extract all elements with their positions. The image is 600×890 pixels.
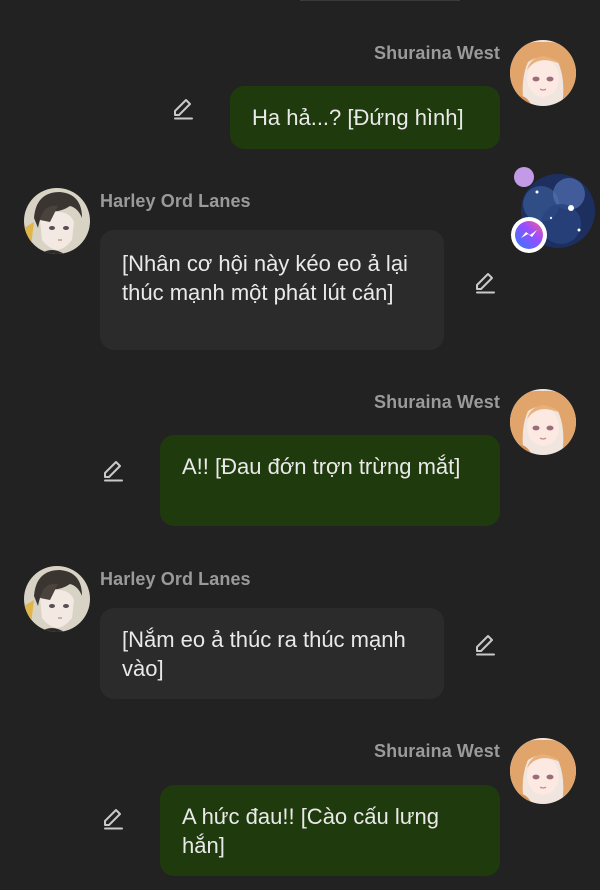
avatar[interactable]: [24, 188, 90, 254]
avatar[interactable]: [510, 389, 576, 455]
message-bubble[interactable]: A!! [Đau đớn trợn trừng mắt]: [160, 435, 500, 526]
message-bubble[interactable]: A hức đau!! [Cào cấu lưng hắn]: [160, 785, 500, 876]
messenger-icon: [511, 217, 547, 253]
avatar-image: [510, 389, 576, 455]
sender-name: Harley Ord Lanes: [100, 191, 251, 211]
avatar-image: [24, 566, 90, 632]
message-bubble[interactable]: [Nắm eo ả thúc ra thúc mạnh vào]: [100, 608, 444, 699]
edit-icon[interactable]: [472, 270, 498, 296]
message-bubble[interactable]: [Nhân cơ hội này kéo eo ả lại thúc mạnh …: [100, 230, 444, 350]
edit-icon[interactable]: [170, 96, 196, 122]
message-text: [Nhân cơ hội này kéo eo ả lại thúc mạnh …: [122, 251, 408, 305]
message-text: A!! [Đau đớn trợn trừng mắt]: [182, 454, 461, 479]
edit-icon[interactable]: [100, 806, 126, 832]
avatar[interactable]: [24, 566, 90, 632]
avatar[interactable]: [510, 40, 576, 106]
chat-head[interactable]: [511, 167, 597, 253]
avatar-image: [510, 738, 576, 804]
edit-icon[interactable]: [472, 632, 498, 658]
notification-dot: [514, 167, 534, 187]
sender-name: Shuraina West: [374, 392, 500, 412]
message-text: Ha hả...? [Đứng hình]: [252, 105, 464, 130]
message-text: A hức đau!! [Cào cấu lưng hắn]: [182, 804, 439, 858]
sender-name: Harley Ord Lanes: [100, 569, 251, 589]
edit-icon[interactable]: [100, 458, 126, 484]
avatar[interactable]: [510, 738, 576, 804]
avatar-image: [510, 40, 576, 106]
chat-screen: Shuraina West Ha hả...? [Đứng hình] Harl…: [0, 0, 600, 890]
message-bubble[interactable]: Ha hả...? [Đứng hình]: [230, 86, 500, 149]
avatar-image: [24, 188, 90, 254]
divider: [300, 0, 460, 1]
message-text: [Nắm eo ả thúc ra thúc mạnh vào]: [122, 627, 406, 681]
sender-name: Shuraina West: [374, 741, 500, 761]
sender-name: Shuraina West: [374, 43, 500, 63]
